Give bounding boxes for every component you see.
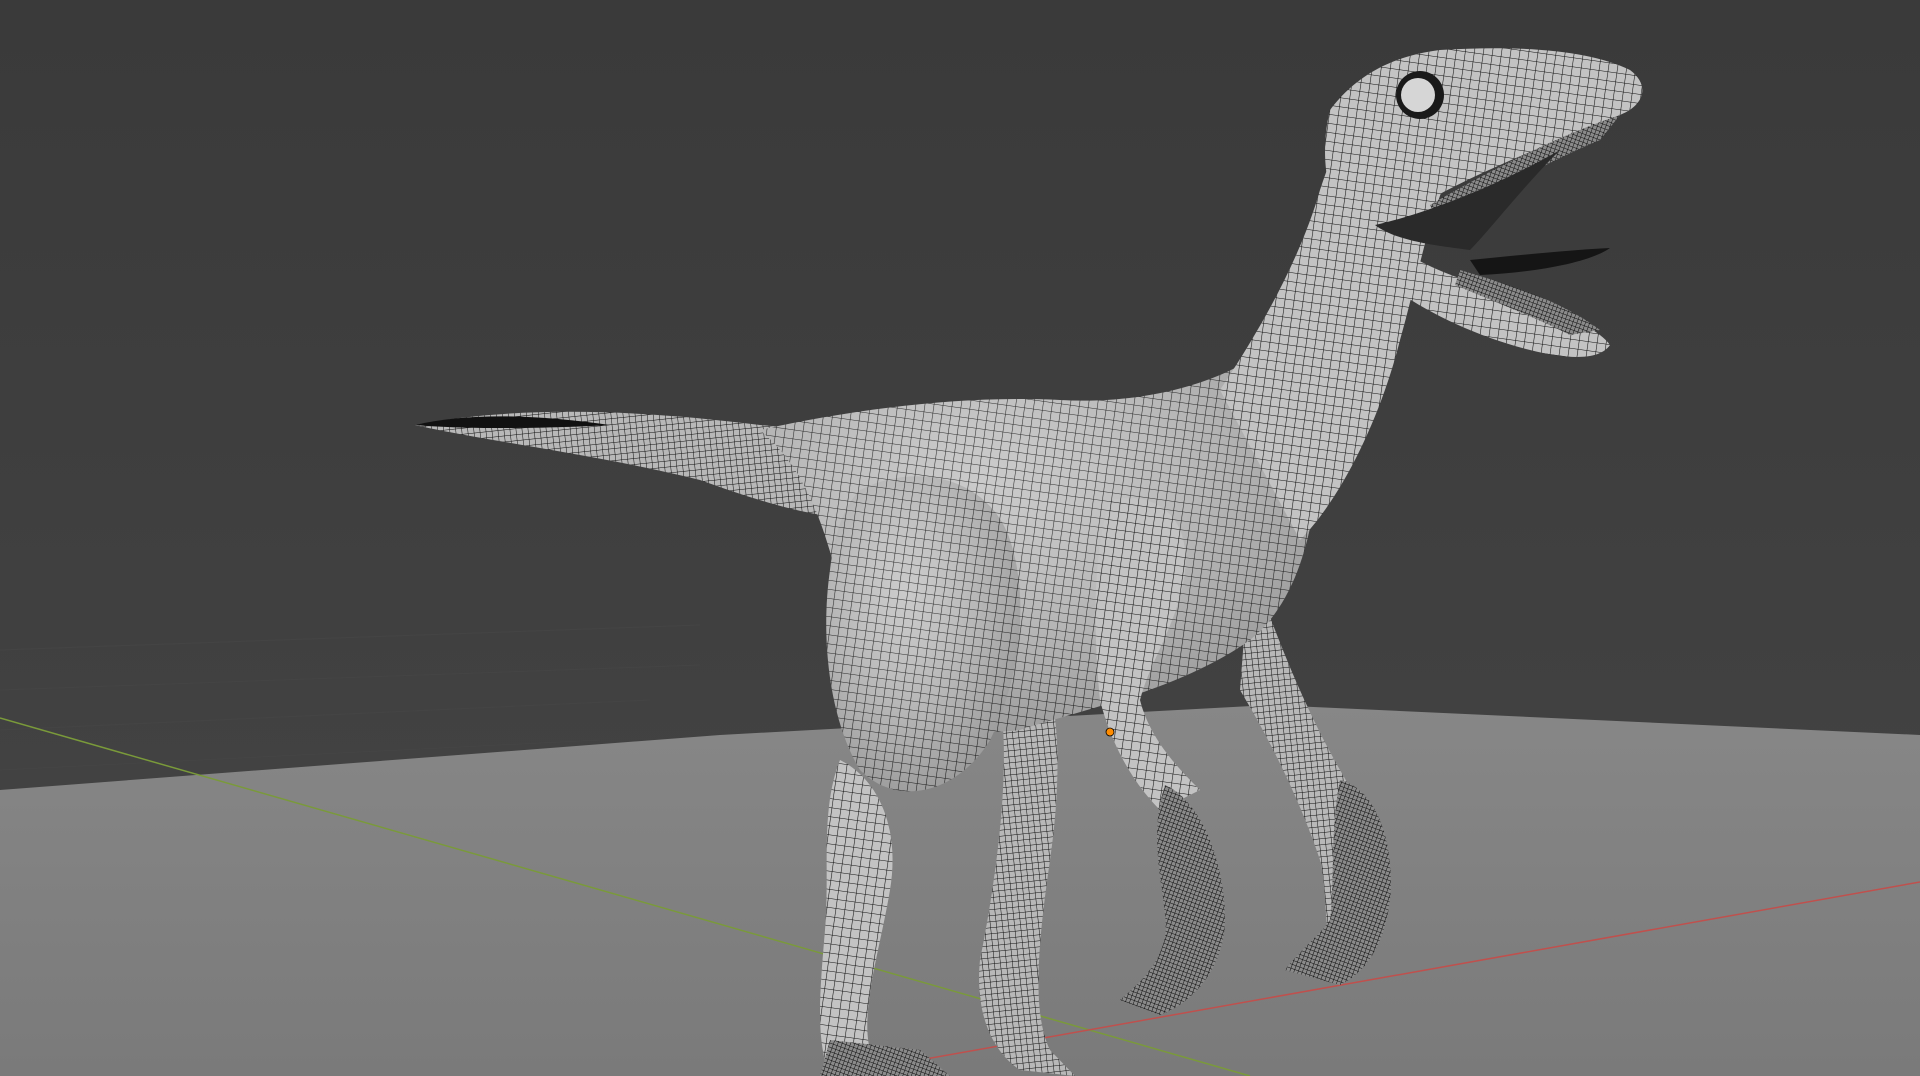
- object-origin-icon[interactable]: [1105, 727, 1115, 737]
- 3d-viewport[interactable]: [0, 0, 1920, 1076]
- raptor-eye: [1401, 78, 1435, 112]
